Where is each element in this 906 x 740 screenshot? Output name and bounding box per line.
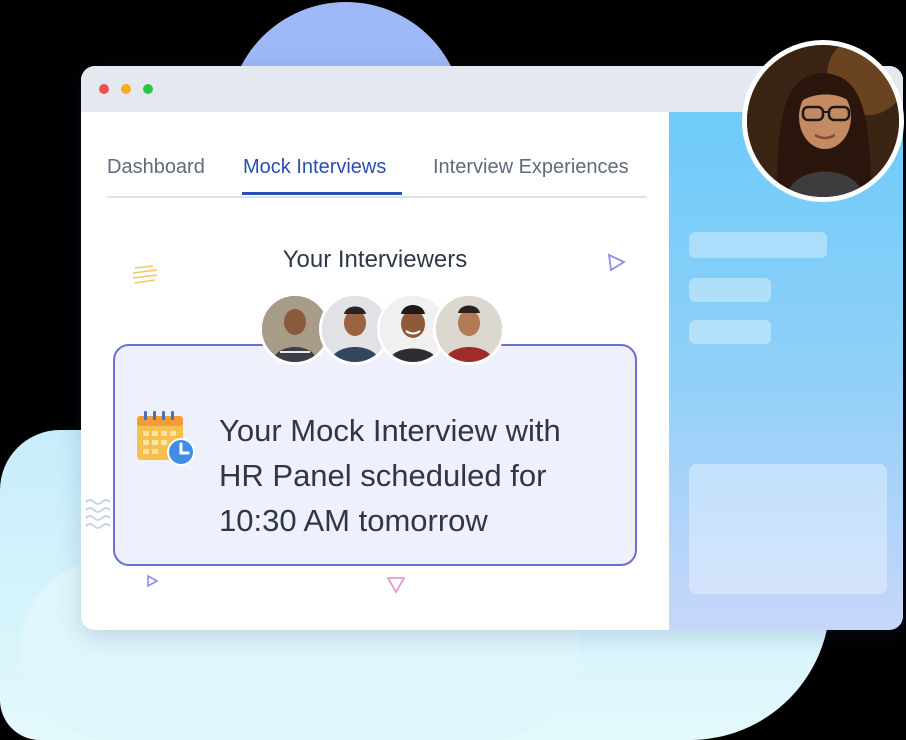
main-content: Dashboard Mock Interviews Interview Expe…: [81, 112, 669, 630]
active-tab-indicator: [242, 192, 402, 195]
tab-interview-experiences[interactable]: Interview Experiences: [433, 156, 629, 179]
skeleton-block: [689, 464, 887, 594]
section-title: Your Interviewers: [282, 246, 468, 273]
small-triangle-decoration: [147, 574, 159, 588]
tab-mock-interviews[interactable]: Mock Interviews: [243, 156, 386, 179]
close-window-button[interactable]: [99, 84, 109, 94]
notification-message: Your Mock Interview with HR Panel schedu…: [219, 408, 629, 543]
user-profile-avatar[interactable]: [742, 40, 904, 202]
notification-line-1: Your Mock Interview with: [219, 413, 561, 448]
interviewer-avatars: [259, 293, 505, 369]
tab-dashboard[interactable]: Dashboard: [107, 156, 205, 179]
skeleton-line: [689, 278, 771, 302]
interviewer-avatar-4[interactable]: [433, 293, 505, 365]
skeleton-line: [689, 232, 827, 258]
pink-triangle-decoration: [386, 577, 406, 594]
minimize-window-button[interactable]: [121, 84, 131, 94]
wave-lines-decoration: [85, 499, 111, 529]
maximize-window-button[interactable]: [143, 84, 153, 94]
avatar-person-icon: [436, 296, 502, 362]
avatar-person-icon: [747, 45, 899, 197]
notification-line-2: HR Panel scheduled for: [219, 458, 547, 493]
skeleton-line: [689, 320, 771, 344]
tab-bar: Dashboard Mock Interviews Interview Expe…: [107, 156, 647, 198]
notification-card: Your Mock Interview with HR Panel schedu…: [113, 344, 637, 566]
calendar-clock-icon: [137, 411, 195, 466]
notification-line-3: 10:30 AM tomorrow: [219, 503, 488, 538]
